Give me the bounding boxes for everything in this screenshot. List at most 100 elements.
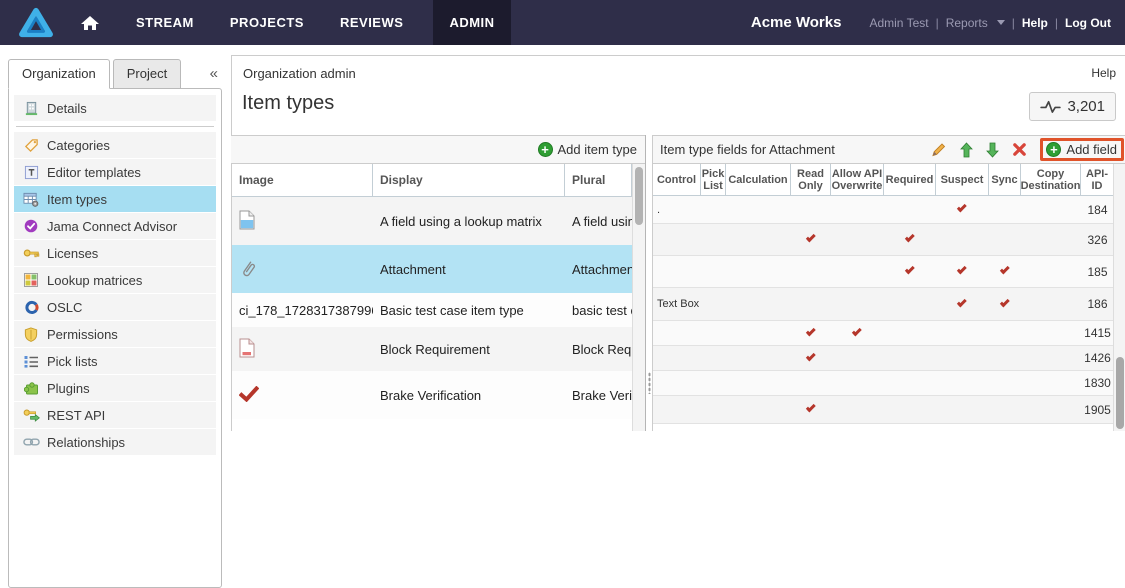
- key-arrow-icon: [21, 408, 41, 422]
- sidebar-item-label: Permissions: [47, 326, 118, 342]
- column-header-plural[interactable]: Plural: [565, 164, 632, 196]
- delete-x-icon[interactable]: [1012, 142, 1027, 157]
- caret-down-icon[interactable]: [996, 20, 1005, 25]
- sidebar-item-relationships[interactable]: Relationships: [14, 429, 216, 455]
- user-name[interactable]: Admin Test: [869, 16, 928, 30]
- item-type-row-selected[interactable]: Attachment Attachments: [232, 245, 632, 293]
- checkmark-icon: [956, 202, 967, 213]
- page-title: Item types: [242, 92, 335, 114]
- field-control: [653, 371, 701, 395]
- sidebar-item-plugins[interactable]: Plugins: [14, 375, 216, 401]
- column-header-image[interactable]: Image: [232, 164, 373, 196]
- item-type-display: Brake Verification: [380, 387, 482, 403]
- field-row[interactable]: 1830: [653, 371, 1114, 396]
- puzzle-icon: [21, 381, 41, 395]
- sidebar-item-licenses[interactable]: Licenses: [14, 240, 216, 266]
- column-header-copy-destination: Copy Destination: [1021, 164, 1081, 195]
- page-help-link[interactable]: Help: [1091, 66, 1116, 80]
- column-header-pick-list: Pick List: [701, 164, 726, 195]
- help-menu[interactable]: Help: [1022, 16, 1048, 30]
- field-api-id: 186: [1087, 297, 1108, 311]
- plus-icon: +: [1046, 142, 1062, 157]
- item-types-panel: + Add item type Image Display Plural A f…: [231, 135, 646, 431]
- column-header-control: Control: [653, 164, 701, 195]
- activity-pulse-icon: [1040, 100, 1062, 113]
- red-check-icon: [238, 385, 260, 405]
- field-row[interactable]: Text Box 186: [653, 288, 1114, 321]
- column-header-display[interactable]: Display: [373, 164, 565, 196]
- admin-sidebar: Organization Project « Details Categorie…: [8, 57, 222, 588]
- sidebar-item-rest-api[interactable]: REST API: [14, 402, 216, 428]
- checkmark-icon: [805, 402, 816, 413]
- reports-menu[interactable]: Reports: [946, 16, 988, 30]
- field-row[interactable]: 1415: [653, 321, 1114, 346]
- scrollbar-thumb[interactable]: [635, 167, 643, 225]
- field-row[interactable]: 185: [653, 256, 1114, 288]
- key-icon: [21, 247, 41, 259]
- tab-project[interactable]: Project: [112, 59, 182, 89]
- item-type-row[interactable]: Block Requirement Block Require: [232, 327, 632, 371]
- item-type-row[interactable]: A field using a lookup matrix A field us…: [232, 197, 632, 245]
- logout-link[interactable]: Log Out: [1065, 16, 1111, 30]
- sidebar-item-label: Categories: [47, 137, 110, 153]
- item-type-display: Block Requirement: [380, 341, 490, 357]
- add-field-button[interactable]: + Add field: [1046, 142, 1117, 157]
- nav-item-stream[interactable]: STREAM: [136, 0, 194, 45]
- column-header-suspect: Suspect: [936, 164, 989, 195]
- item-type-display: Basic test case item type: [380, 302, 524, 318]
- item-type-plural: basic test cas: [572, 302, 632, 318]
- column-header-sync: Sync: [989, 164, 1021, 195]
- matrix-grid-icon: [21, 273, 41, 287]
- field-row[interactable]: 1905: [653, 396, 1114, 424]
- item-count-badge[interactable]: 3,201: [1029, 92, 1116, 121]
- field-row[interactable]: 1426: [653, 346, 1114, 371]
- tag-icon: [21, 138, 41, 153]
- checkmark-icon: [851, 325, 862, 336]
- sidebar-item-label: Jama Connect Advisor: [47, 218, 178, 234]
- sidebar-item-details[interactable]: Details: [14, 95, 216, 121]
- sidebar-item-categories[interactable]: Categories: [14, 132, 216, 158]
- sidebar-item-pick-lists[interactable]: Pick lists: [14, 348, 216, 374]
- field-control: [653, 256, 701, 287]
- field-api-id: 184: [1087, 202, 1108, 217]
- collapse-sidebar-icon[interactable]: «: [210, 65, 218, 82]
- field-row[interactable]: . 184: [653, 196, 1114, 224]
- shield-icon: [21, 326, 41, 342]
- sidebar-item-jama-connect-advisor[interactable]: Jama Connect Advisor: [14, 213, 216, 239]
- fields-scrollbar[interactable]: [1113, 164, 1125, 431]
- column-header-api-id: API-ID: [1081, 164, 1114, 195]
- nav-item-projects[interactable]: PROJECTS: [230, 0, 304, 45]
- jama-logo[interactable]: [18, 7, 54, 39]
- sidebar-item-permissions[interactable]: Permissions: [14, 321, 216, 347]
- checkmark-icon: [956, 296, 967, 307]
- sidebar-item-editor-templates[interactable]: Editor templates: [14, 159, 216, 185]
- checkmark-icon: [956, 264, 967, 275]
- add-item-type-button[interactable]: + Add item type: [537, 142, 637, 157]
- field-control: [653, 396, 701, 423]
- sidebar-item-item-types[interactable]: Item types: [14, 186, 216, 212]
- tab-organization[interactable]: Organization: [8, 59, 110, 89]
- scrollbar-thumb[interactable]: [1116, 357, 1124, 429]
- field-row[interactable]: 326: [653, 224, 1114, 256]
- field-api-id: 185: [1087, 264, 1108, 279]
- nav-item-admin[interactable]: ADMIN: [433, 0, 511, 45]
- item-type-display: Attachment: [380, 261, 446, 277]
- edit-pencil-icon[interactable]: [930, 141, 947, 158]
- item-type-row[interactable]: Brake Verification Brake Verifica: [232, 371, 632, 419]
- sidebar-item-label: Licenses: [47, 245, 99, 261]
- sidebar-item-oslc[interactable]: OSLC: [14, 294, 216, 320]
- sidebar-item-lookup-matrices[interactable]: Lookup matrices: [14, 267, 216, 293]
- move-down-icon[interactable]: [986, 142, 1000, 158]
- separator: |: [935, 15, 939, 30]
- home-icon[interactable]: [80, 15, 100, 31]
- column-header-read-only: Read Only: [791, 164, 831, 195]
- item-types-scrollbar[interactable]: [632, 164, 645, 431]
- workspace-name: Acme Works: [750, 14, 842, 31]
- move-up-icon[interactable]: [960, 141, 974, 158]
- nav-item-reviews[interactable]: REVIEWS: [340, 0, 403, 45]
- checkmark-icon: [904, 264, 915, 275]
- item-type-row[interactable]: ci_178_1728317387996.png Basic test case…: [232, 293, 632, 327]
- splitter-grip-icon[interactable]: [648, 372, 651, 394]
- item-types-grid-icon: [21, 192, 41, 207]
- item-type-plural: Block Require: [572, 341, 632, 357]
